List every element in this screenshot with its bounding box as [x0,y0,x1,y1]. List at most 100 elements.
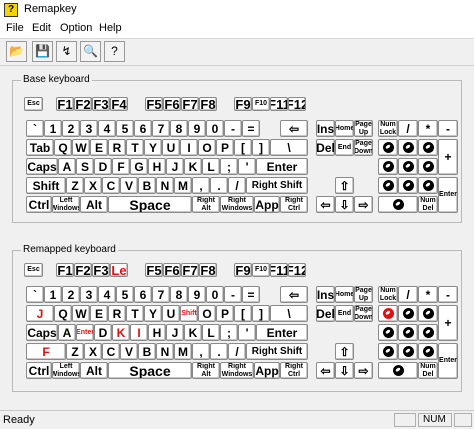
remap-key-rwin[interactable]: Right Windows [220,362,254,379]
remap-key-esc[interactable]: Esc [24,263,43,277]
base-key-d6[interactable]: 6 [134,120,152,137]
remap-key-caps[interactable]: Caps [26,324,58,341]
base-key-np7[interactable] [378,139,398,156]
save-button[interactable]: 💾 [32,41,53,62]
remap-key-d1[interactable]: 1 [44,286,62,303]
remap-key-home[interactable]: Home [335,286,354,303]
base-key-d8[interactable]: 8 [170,120,188,137]
remap-key-w[interactable]: W [72,305,90,322]
base-key-period[interactable]: . [210,177,228,194]
remap-key-ins[interactable]: Ins [316,286,335,303]
remap-key-lshift[interactable]: F [26,343,66,360]
remap-key-grave[interactable]: ` [26,286,44,303]
remap-key-d6[interactable]: 6 [134,286,152,303]
base-key-down[interactable]: ⇩ [335,196,354,213]
base-key-rwin[interactable]: Right Windows [220,196,254,213]
base-key-b[interactable]: B [138,177,156,194]
base-key-quote[interactable]: ' [238,158,256,175]
remap-key-f4[interactable]: Le [110,263,128,277]
base-key-npdel[interactable]: Num Del [418,196,438,213]
base-key-ins[interactable]: Ins [316,120,335,137]
base-key-del[interactable]: Del [316,139,335,156]
base-key-npadd[interactable]: + [438,139,458,175]
remap-key-p[interactable]: P [216,305,234,322]
base-key-s[interactable]: S [76,158,94,175]
base-key-m[interactable]: M [174,177,192,194]
remap-key-pgdn[interactable]: Page Down [354,305,373,322]
remap-key-left[interactable]: ⇦ [316,362,335,379]
base-key-f4[interactable]: F4 [110,97,128,111]
base-key-np8[interactable] [398,139,418,156]
base-key-pgdn[interactable]: Page Down [354,139,373,156]
remap-key-z[interactable]: Z [66,343,84,360]
remap-key-np0[interactable] [378,362,418,379]
menu-file[interactable]: File [6,22,24,34]
remap-key-npadd[interactable]: + [438,305,458,341]
base-key-np9[interactable] [418,139,438,156]
remap-key-lctrl[interactable]: Ctrl [26,362,52,379]
base-key-u[interactable]: U [162,139,180,156]
remap-key-i[interactable]: Shift [180,305,198,322]
base-key-lalt[interactable]: Alt [80,196,108,213]
base-key-left[interactable]: ⇦ [316,196,335,213]
remap-key-d8[interactable]: 8 [170,286,188,303]
remap-key-f[interactable]: K [112,324,130,341]
remap-key-d9[interactable]: 9 [188,286,206,303]
remap-key-y[interactable]: Y [144,305,162,322]
base-key-np0[interactable] [378,196,418,213]
remap-key-minus[interactable]: - [224,286,242,303]
remap-key-d[interactable]: D [94,324,112,341]
base-key-lctrl[interactable]: Ctrl [26,196,52,213]
base-key-end[interactable]: End [335,139,354,156]
base-key-rshift[interactable]: Right Shift [246,177,308,194]
remap-key-semi[interactable]: ; [220,324,238,341]
remap-key-np5[interactable] [398,324,418,341]
remap-key-q[interactable]: Q [54,305,72,322]
base-key-esc[interactable]: Esc [24,97,43,111]
base-key-f3[interactable]: F3 [92,97,110,111]
remap-key-npsub[interactable]: - [438,286,458,303]
remap-key-rshift[interactable]: Right Shift [246,343,308,360]
remap-key-f9[interactable]: F9 [234,263,252,277]
remap-key-c[interactable]: C [102,343,120,360]
remap-key-t[interactable]: T [126,305,144,322]
base-key-up[interactable]: ⇧ [335,177,354,194]
base-key-c[interactable]: C [102,177,120,194]
base-key-v[interactable]: V [120,177,138,194]
remap-key-n[interactable]: N [156,343,174,360]
base-key-f8[interactable]: F8 [199,97,217,111]
remap-key-app[interactable]: App [254,362,280,379]
base-key-space[interactable]: Space [108,196,192,213]
base-key-f11[interactable]: F11 [270,97,288,111]
base-key-x[interactable]: X [84,177,102,194]
base-key-r[interactable]: R [108,139,126,156]
base-key-l[interactable]: L [202,158,220,175]
base-key-grave[interactable]: ` [26,120,44,137]
remap-key-comma[interactable]: , [192,343,210,360]
base-key-f9[interactable]: F9 [234,97,252,111]
remap-key-m[interactable]: M [174,343,192,360]
base-key-lwin[interactable]: Left Windows [52,196,80,213]
base-key-d[interactable]: D [94,158,112,175]
menu-edit[interactable]: Edit [32,22,51,34]
base-key-np2[interactable] [398,177,418,194]
base-key-d1[interactable]: 1 [44,120,62,137]
base-key-e[interactable]: E [90,139,108,156]
remap-button[interactable]: ↯ [56,41,77,62]
remap-key-up[interactable]: ⇧ [335,343,354,360]
base-key-g[interactable]: G [130,158,148,175]
base-key-np3[interactable] [418,177,438,194]
base-key-d0[interactable]: 0 [206,120,224,137]
base-key-d7[interactable]: 7 [152,120,170,137]
remap-key-equal[interactable]: = [242,286,260,303]
menu-option[interactable]: Option [60,22,92,34]
remap-key-h[interactable]: H [148,324,166,341]
remap-key-d2[interactable]: 2 [62,286,80,303]
base-key-tab[interactable]: Tab [26,139,54,156]
base-key-npsub[interactable]: - [438,120,458,137]
remap-key-np6[interactable] [418,324,438,341]
base-key-d5[interactable]: 5 [116,120,134,137]
remap-key-j[interactable]: J [166,324,184,341]
remap-key-rctrl[interactable]: Right Ctrl [280,362,308,379]
remap-key-f7[interactable]: F7 [181,263,199,277]
